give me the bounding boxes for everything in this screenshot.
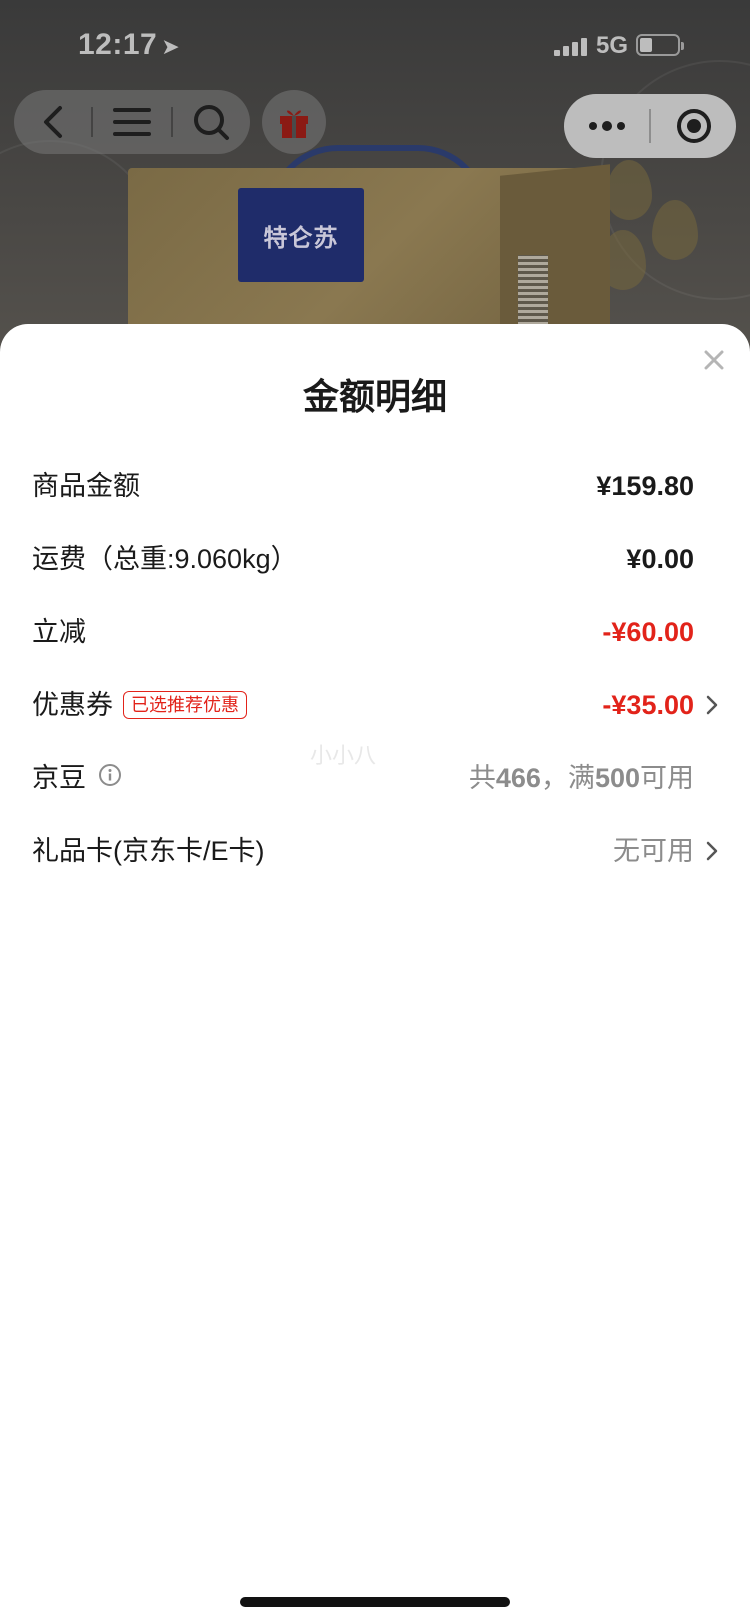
search-icon	[194, 105, 230, 140]
chevron-right-icon	[706, 695, 718, 715]
row-product-amount: 商品金额 ¥159.80	[0, 456, 750, 516]
nav-pill	[14, 90, 250, 154]
sheet-title: 金额明细	[302, 376, 447, 417]
network-label: 5G	[596, 32, 629, 59]
gift-button[interactable]	[262, 90, 326, 154]
amount-detail-sheet: 金额明细 商品金额 ¥159.80 运费（总重:9.060kg） ¥0.00 立…	[0, 324, 750, 1624]
signal-icon	[554, 36, 590, 56]
beans-threshold: 500	[594, 763, 640, 793]
row-coupon[interactable]: 优惠券 已选推荐优惠 -¥35.00	[0, 675, 750, 735]
barcode	[518, 255, 548, 325]
row-label: 优惠券	[32, 690, 113, 720]
menu-icon	[113, 108, 151, 136]
row-label: 京豆	[32, 763, 86, 793]
gift-card-chevron[interactable]	[706, 821, 718, 881]
row-value: ¥159.80	[596, 471, 694, 501]
beans-count: 466	[495, 763, 541, 793]
beans-sep: ，满	[540, 763, 595, 793]
info-icon[interactable]	[98, 748, 122, 808]
location-arrow-icon: ➤	[161, 34, 181, 59]
row-label: 商品金额	[32, 471, 140, 501]
row-label-wrap: 京豆	[32, 748, 122, 808]
row-value: 共466，满500可用	[469, 748, 694, 808]
capsule-menu	[564, 94, 736, 158]
more-button[interactable]	[564, 94, 649, 158]
beans-suffix: 可用	[640, 763, 694, 793]
row-label: 礼品卡(京东卡/E卡)	[32, 836, 265, 866]
target-icon	[676, 109, 711, 143]
home-indicator[interactable]	[240, 1597, 510, 1607]
menu-button[interactable]	[93, 90, 170, 154]
close-icon	[704, 350, 724, 370]
row-shipping: 运费（总重:9.060kg） ¥0.00	[0, 529, 750, 589]
status-bar: 12:17 ➤ 5G	[0, 0, 750, 90]
row-label-wrap: 优惠券 已选推荐优惠	[32, 675, 247, 735]
chevron-right-icon	[706, 841, 718, 861]
exit-miniprogram-button[interactable]	[651, 94, 736, 158]
brand-label: 特仑苏	[238, 188, 364, 282]
back-button[interactable]	[14, 90, 91, 154]
row-value: ¥0.00	[626, 544, 694, 574]
more-dots-icon	[588, 121, 625, 131]
status-time: 12:17 ➤	[78, 28, 180, 62]
row-label: 立减	[32, 617, 86, 647]
watermark: 小小八	[310, 743, 377, 768]
row-instant-discount: 立减 -¥60.00	[0, 602, 750, 662]
row-gift-card[interactable]: 礼品卡(京东卡/E卡) 无可用	[0, 821, 750, 881]
gift-icon	[280, 110, 308, 138]
row-value: 无可用	[613, 836, 694, 866]
row-label: 运费（总重:9.060kg）	[32, 544, 298, 574]
chevron-left-icon	[43, 106, 62, 138]
coupon-tag: 已选推荐优惠	[123, 690, 247, 719]
close-button[interactable]	[698, 344, 730, 376]
coupon-chevron[interactable]	[706, 675, 718, 735]
row-value: -¥60.00	[602, 617, 694, 647]
status-time-text: 12:17	[78, 28, 158, 61]
beans-prefix: 共	[468, 763, 496, 793]
battery-icon	[636, 34, 684, 56]
search-button[interactable]	[173, 90, 250, 154]
row-value: -¥35.00	[602, 690, 694, 720]
